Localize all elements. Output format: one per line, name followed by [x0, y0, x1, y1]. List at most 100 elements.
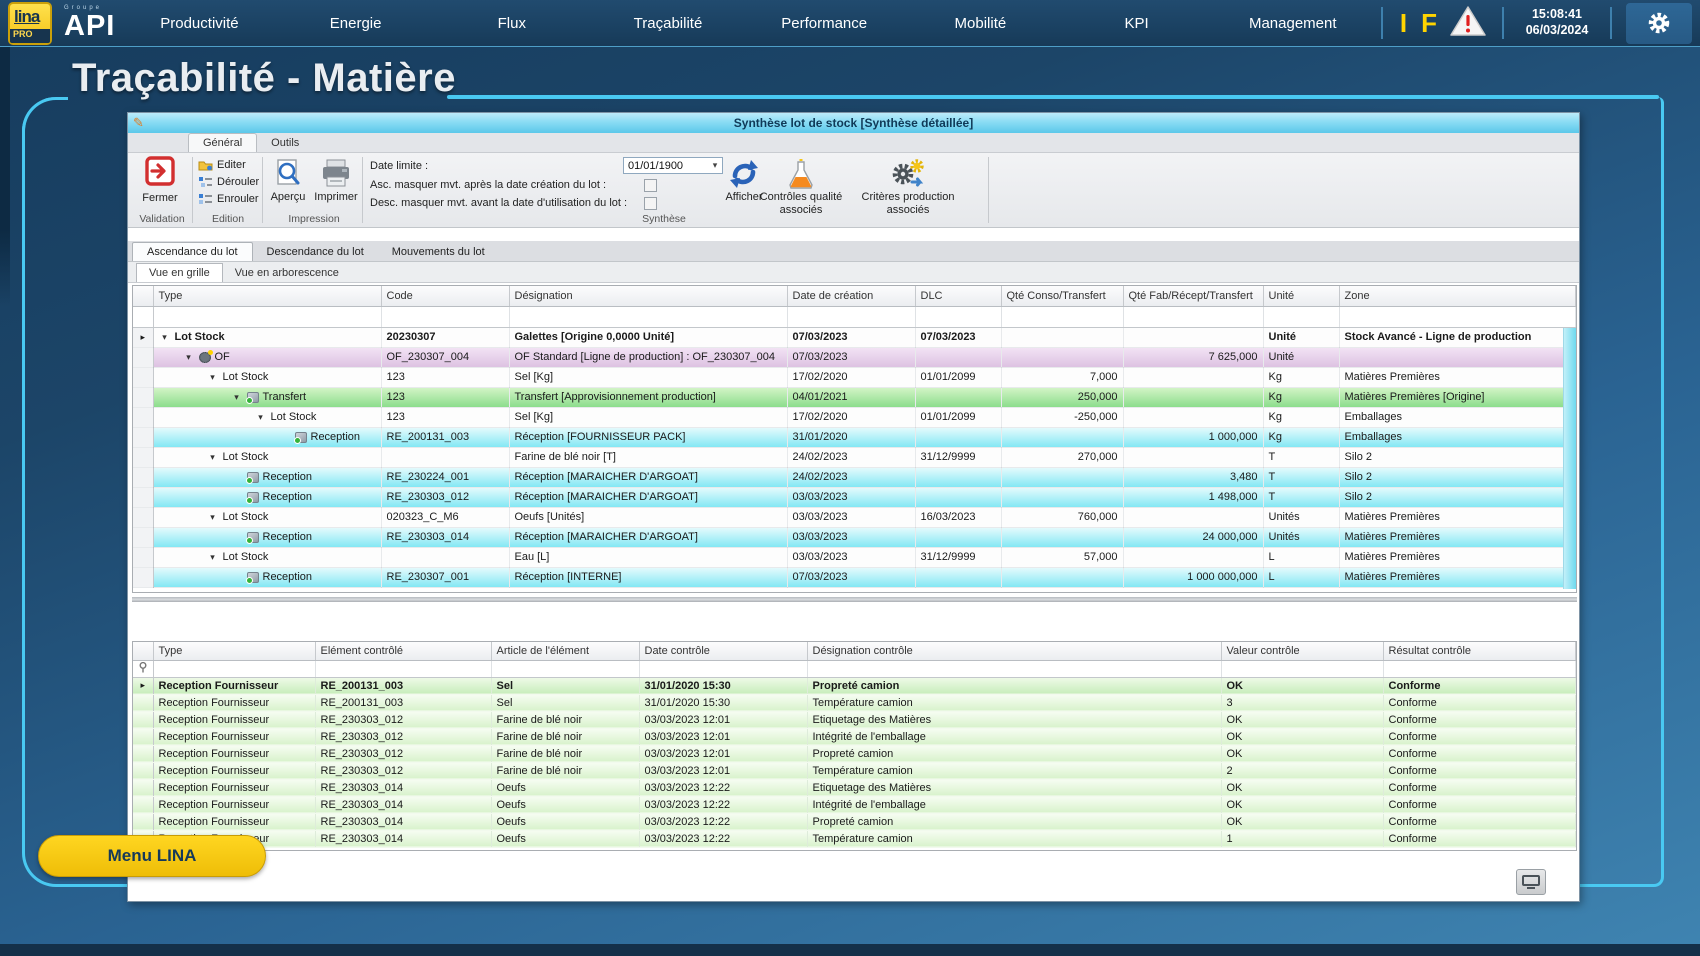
top-navigation-bar: lina PRO Groupe API Productivité Energie F…: [0, 0, 1700, 47]
date-limite-combo[interactable]: 01/01/1900 ▾: [623, 157, 723, 174]
indicator-i[interactable]: I: [1400, 8, 1407, 39]
control-grid-row[interactable]: Reception FournisseurRE_230303_014Oeufs0…: [133, 813, 1576, 831]
editer-button[interactable]: Editer: [198, 159, 246, 171]
control-grid-row[interactable]: Reception Fournisseur RE_230303_012 Farine…: [133, 711, 1576, 729]
nav-item-flux[interactable]: Flux: [434, 15, 590, 32]
control-grid-row[interactable]: Reception Fournisseur RE_230303_012 Farine…: [133, 728, 1576, 746]
control-grid-row[interactable]: ▸ Reception Fournisseur RE_200131_003 Sel 31…: [133, 677, 1576, 695]
row-selector: [133, 711, 154, 729]
lot-grid-row[interactable]: ▾ Lot Stock Eau [L] 03/03/2023 31/12/9999 57,…: [133, 547, 1576, 568]
col-resultat-controle[interactable]: Résultat contrôle: [1383, 642, 1576, 661]
nav-item-productivite[interactable]: Productivité: [121, 15, 277, 32]
nav-item-kpi[interactable]: KPI: [1058, 15, 1214, 32]
derouler-button[interactable]: Dérouler: [198, 176, 259, 188]
tab-vue-grille[interactable]: Vue en grille: [136, 263, 223, 282]
lina-pro-logo[interactable]: lina PRO: [8, 1, 52, 45]
lot-grid-row[interactable]: Reception RE_230307_001 Réception [INTERNE…: [133, 567, 1576, 588]
resize-icon[interactable]: [1516, 869, 1546, 895]
lot-grid-row[interactable]: ▾ Lot Stock 123 Sel [Kg] 17/02/2020 01/01/209…: [133, 407, 1576, 428]
window-titlebar[interactable]: ✎ Synthèse lot de stock [Synthèse détail…: [128, 113, 1579, 133]
cell-qte-fab: [1123, 407, 1264, 428]
gear-icon: [198, 349, 213, 363]
tab-vue-arborescence[interactable]: Vue en arborescence: [223, 264, 351, 282]
expand-arrow[interactable]: ▾: [231, 392, 243, 403]
control-grid-row[interactable]: Reception FournisseurRE_230303_014Oeufs0…: [133, 796, 1576, 814]
lot-grid-row[interactable]: Reception RE_230303_012 Réception [MARAICH…: [133, 487, 1576, 508]
settings-button[interactable]: [1626, 2, 1692, 44]
tab-ascendance[interactable]: Ascendance du lot: [132, 242, 253, 261]
lot-grid-row[interactable]: Reception RE_230303_014 Réception [MARAICH…: [133, 527, 1576, 548]
fermer-button[interactable]: Fermer: [134, 156, 186, 208]
expand-arrow[interactable]: ▾: [159, 332, 171, 343]
control-grid-row[interactable]: Reception FournisseurRE_230303_014Oeufs0…: [133, 779, 1576, 797]
expand-arrow[interactable]: ▾: [207, 452, 219, 463]
lot-grid-row[interactable]: ▾ Transfert 123 Transfert [Approvisionnemen…: [133, 387, 1576, 408]
cell-code: 123: [381, 387, 510, 408]
col-ctrl-type[interactable]: Type: [153, 642, 316, 661]
pro-logo-text: PRO: [10, 28, 50, 43]
lot-grid-row[interactable]: ▾ Lot Stock 020323_C_M6 Oeufs [Unités] 03/03…: [133, 507, 1576, 528]
control-grid-filter-row[interactable]: [133, 660, 1576, 678]
ribbon-tab-outils[interactable]: Outils: [257, 134, 313, 152]
cell-qte-conso: 250,000: [1001, 387, 1124, 408]
desc-checkbox[interactable]: [644, 197, 657, 210]
criteres-production-button[interactable]: Critères production associés: [844, 157, 972, 216]
col-date-creation[interactable]: Date de création: [787, 286, 916, 307]
lot-grid-filter-row[interactable]: [133, 306, 1576, 328]
col-qte-conso[interactable]: Qté Conso/Transfert: [1001, 286, 1124, 307]
expand-arrow[interactable]: ▾: [207, 512, 219, 523]
col-date-controle[interactable]: Date contrôle: [639, 642, 808, 661]
col-type[interactable]: Type: [153, 286, 382, 307]
col-code[interactable]: Code: [381, 286, 510, 307]
menu-lina-button[interactable]: Menu LINA: [38, 835, 266, 877]
col-element-controle[interactable]: Elément contrôlé: [315, 642, 492, 661]
col-qte-fab[interactable]: Qté Fab/Récept/Transfert: [1123, 286, 1264, 307]
nav-item-energie[interactable]: Energie: [278, 15, 434, 32]
control-grid-row[interactable]: Reception Fournisseur RE_230303_012 Farine…: [133, 762, 1576, 780]
synthese-window: ✎ Synthèse lot de stock [Synthèse détail…: [127, 112, 1580, 902]
col-zone[interactable]: Zone: [1339, 286, 1576, 307]
col-designation-controle[interactable]: Désignation contrôle: [807, 642, 1222, 661]
lot-grid-row[interactable]: Reception RE_200131_003 Réception [FOURNIS…: [133, 427, 1576, 448]
lot-grid-row[interactable]: ▾ OF OF_230307_004 OF Standard [Ligne de pr…: [133, 347, 1576, 368]
lot-grid-row[interactable]: Reception RE_230224_001 Réception [MARAICH…: [133, 467, 1576, 488]
expand-arrow[interactable]: ▾: [207, 372, 219, 383]
tab-mouvements[interactable]: Mouvements du lot: [378, 243, 499, 261]
warning-icon[interactable]: [1450, 5, 1486, 42]
control-grid-row[interactable]: Reception FournisseurRE_230303_014Oeufs0…: [133, 830, 1576, 848]
cell-ctrl-type: Reception Fournisseur: [153, 779, 316, 797]
control-grid-row[interactable]: Reception Fournisseur RE_230303_012 Farine…: [133, 745, 1576, 763]
nav-item-mobilite[interactable]: Mobilité: [902, 15, 1058, 32]
col-designation[interactable]: Désignation: [509, 286, 788, 307]
lot-grid-row[interactable]: ▾ Lot Stock 123 Sel [Kg] 17/02/2020 01/01/209…: [133, 367, 1576, 388]
nav-item-management[interactable]: Management: [1215, 15, 1371, 32]
nav-item-performance[interactable]: Performance: [746, 15, 902, 32]
expand-arrow[interactable]: ▾: [255, 412, 267, 423]
col-article-element[interactable]: Article de l'élément: [491, 642, 640, 661]
col-valeur-controle[interactable]: Valeur contrôle: [1221, 642, 1384, 661]
nav-item-tracabilite[interactable]: Traçabilité: [590, 15, 746, 32]
indicator-f[interactable]: F: [1421, 8, 1437, 39]
expand-arrow[interactable]: ▾: [183, 352, 195, 363]
lot-grid-row[interactable]: ▾ Lot Stock Farine de blé noir [T] 24/02/20…: [133, 447, 1576, 468]
ribbon-tab-general[interactable]: Général: [188, 133, 258, 152]
cell-designation: Eau [L]: [509, 547, 788, 568]
cell-date-creation: 07/03/2023: [787, 567, 916, 588]
row-selector: [133, 387, 154, 408]
vertical-scrollbar[interactable]: [1563, 328, 1576, 589]
enrouler-button[interactable]: Enrouler: [198, 193, 259, 205]
cell-valeur-controle: OK: [1221, 745, 1384, 763]
asc-checkbox[interactable]: [644, 179, 657, 192]
lot-grid-row[interactable]: ▸ ▾ Lot Stock 20230307 Galettes [Origine 0,0…: [133, 327, 1576, 348]
expand-arrow[interactable]: ▾: [207, 552, 219, 563]
fermer-label: Fermer: [142, 192, 178, 204]
col-unite[interactable]: Unité: [1263, 286, 1340, 307]
col-dlc[interactable]: DLC: [915, 286, 1002, 307]
control-grid-row[interactable]: Reception Fournisseur RE_200131_003 Sel 31/…: [133, 694, 1576, 712]
tab-descendance[interactable]: Descendance du lot: [253, 243, 378, 261]
cell-type: ▾ Lot Stock: [153, 407, 382, 428]
apercu-button[interactable]: Aperçu: [264, 158, 312, 203]
cell-dlc: 16/03/2023: [915, 507, 1002, 528]
imprimer-button[interactable]: Imprimer: [310, 158, 362, 203]
grid-splitter[interactable]: [132, 597, 1577, 602]
